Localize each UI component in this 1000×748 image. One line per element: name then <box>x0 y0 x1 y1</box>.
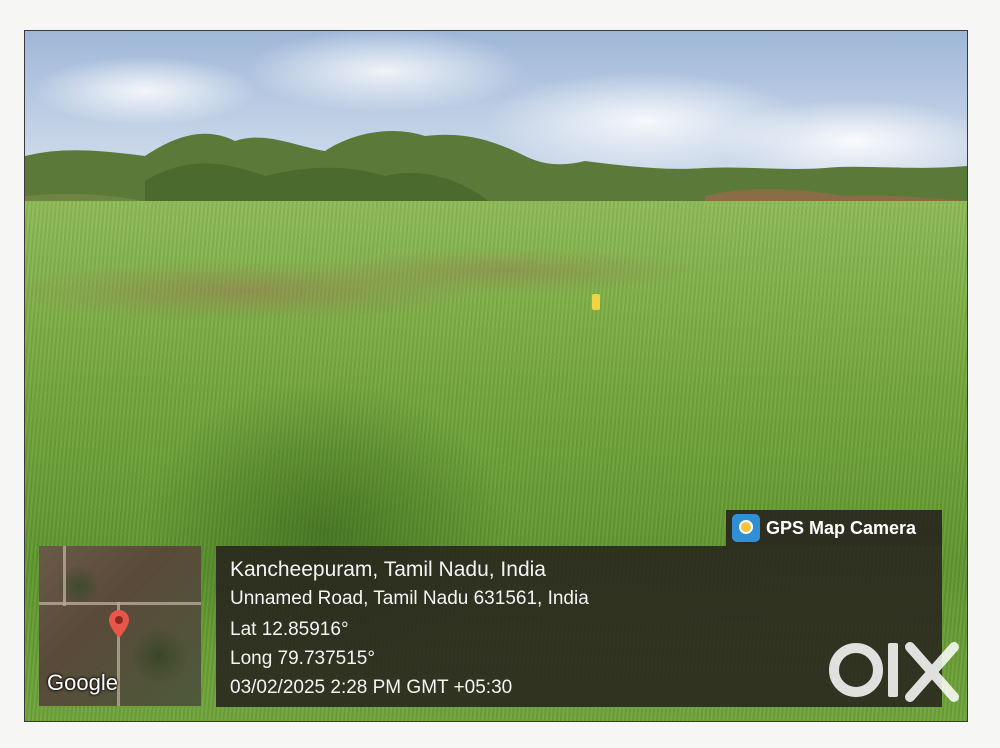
longitude-line: Long 79.737515° <box>230 648 375 669</box>
gps-map-camera-badge: GPS Map Camera <box>726 510 942 546</box>
field-photo: Google GPS Map Camera Kancheepuram, Tami… <box>24 30 968 722</box>
datetime-line: 03/02/2025 2:28 PM GMT +05:30 <box>230 677 513 698</box>
location-line: Kancheepuram, Tamil Nadu, India <box>230 558 546 581</box>
yellow-marker <box>592 294 600 310</box>
app-badge-label: GPS Map Camera <box>766 517 917 538</box>
google-map-label: Google <box>47 670 118 695</box>
map-pin-icon <box>109 610 129 638</box>
latitude-line: Lat 12.85916° <box>230 619 349 640</box>
gps-camera-icon <box>732 514 760 542</box>
minimap: Google <box>39 546 201 706</box>
olx-watermark-logo <box>829 642 959 702</box>
address-line: Unnamed Road, Tamil Nadu 631561, India <box>230 588 589 609</box>
